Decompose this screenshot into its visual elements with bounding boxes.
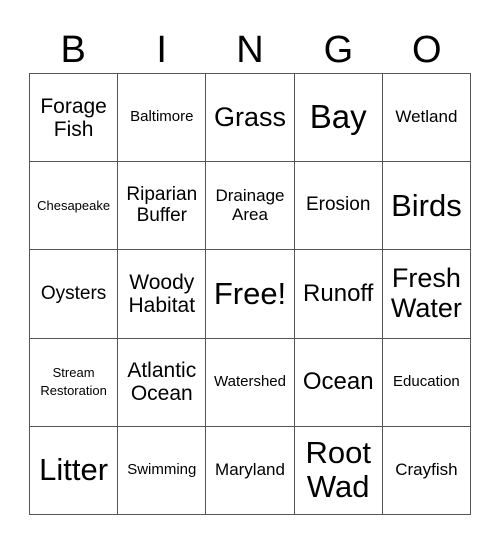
bingo-cell[interactable]: Ocean: [294, 338, 383, 427]
bingo-cell[interactable]: Birds: [382, 162, 471, 251]
bingo-cell[interactable]: Root Wad: [294, 426, 383, 515]
bingo-header: B I N G O: [29, 28, 471, 73]
bingo-cell[interactable]: Chesapeake: [30, 162, 119, 251]
free-space-cell[interactable]: Free!: [206, 250, 295, 339]
bingo-cell[interactable]: Forage Fish: [30, 74, 119, 163]
bingo-cell[interactable]: Erosion: [294, 162, 383, 251]
bingo-cell[interactable]: Drainage Area: [206, 162, 295, 251]
bingo-cell[interactable]: Maryland: [206, 426, 295, 515]
bingo-cell[interactable]: Riparian Buffer: [118, 162, 207, 251]
header-letter-g: G: [323, 29, 354, 71]
bingo-cell[interactable]: Stream Restoration: [30, 338, 119, 427]
header-letter-b: B: [60, 29, 86, 71]
bingo-cell[interactable]: Bay: [294, 74, 383, 163]
bingo-cell[interactable]: Litter: [30, 426, 119, 515]
bingo-cell[interactable]: Woody Habitat: [118, 250, 207, 339]
bingo-cell[interactable]: Oysters: [30, 250, 119, 339]
bingo-cell[interactable]: Runoff: [294, 250, 383, 339]
header-letter-n: N: [236, 29, 264, 71]
bingo-cell[interactable]: Education: [382, 338, 471, 427]
bingo-cell[interactable]: Baltimore: [118, 74, 207, 163]
bingo-cell[interactable]: Watershed: [206, 338, 295, 427]
bingo-cell[interactable]: Grass: [206, 74, 295, 163]
header-letter-o: O: [412, 29, 442, 71]
header-letter-i: I: [156, 29, 167, 71]
bingo-cell[interactable]: Swimming: [118, 426, 207, 515]
bingo-cell[interactable]: Crayfish: [382, 426, 471, 515]
bingo-grid: Forage Fish Baltimore Grass Bay Wetland Chesa…: [29, 73, 471, 515]
bingo-cell[interactable]: Wetland: [382, 74, 471, 163]
bingo-cell[interactable]: Atlantic Ocean: [118, 338, 207, 427]
bingo-cell[interactable]: Fresh Water: [382, 250, 471, 339]
